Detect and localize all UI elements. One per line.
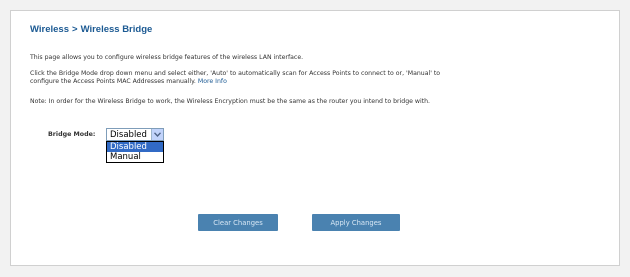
instructions-text: configure the Access Points MAC Addresse… xyxy=(30,78,196,85)
chevron-down-icon[interactable] xyxy=(151,129,163,140)
clear-changes-button[interactable]: Clear Changes xyxy=(198,214,278,231)
page-title: Wireless Bridge xyxy=(80,24,153,35)
more-info-link[interactable]: More Info xyxy=(198,78,227,85)
breadcrumb: Wireless > Wireless Bridge xyxy=(30,24,152,35)
bridge-mode-select[interactable]: Disabled xyxy=(106,128,164,141)
bridge-mode-value: Disabled xyxy=(110,130,147,140)
note-text: Note: In order for the Wireless Bridge t… xyxy=(30,98,430,105)
bridge-mode-label: Bridge Mode: xyxy=(48,131,96,138)
apply-changes-button[interactable]: Apply Changes xyxy=(312,214,400,231)
instructions-line-2: configure the Access Points MAC Addresse… xyxy=(30,78,227,86)
bridge-mode-option-manual[interactable]: Manual xyxy=(107,152,163,162)
instructions-line-1: Click the Bridge Mode drop down menu and… xyxy=(30,70,441,77)
bridge-mode-option-disabled[interactable]: Disabled xyxy=(107,142,163,152)
bridge-mode-dropdown: Disabled Manual xyxy=(106,141,164,163)
breadcrumb-section: Wireless xyxy=(30,24,69,35)
page-description: This page allows you to configure wirele… xyxy=(30,54,304,61)
breadcrumb-separator: > xyxy=(72,24,78,35)
